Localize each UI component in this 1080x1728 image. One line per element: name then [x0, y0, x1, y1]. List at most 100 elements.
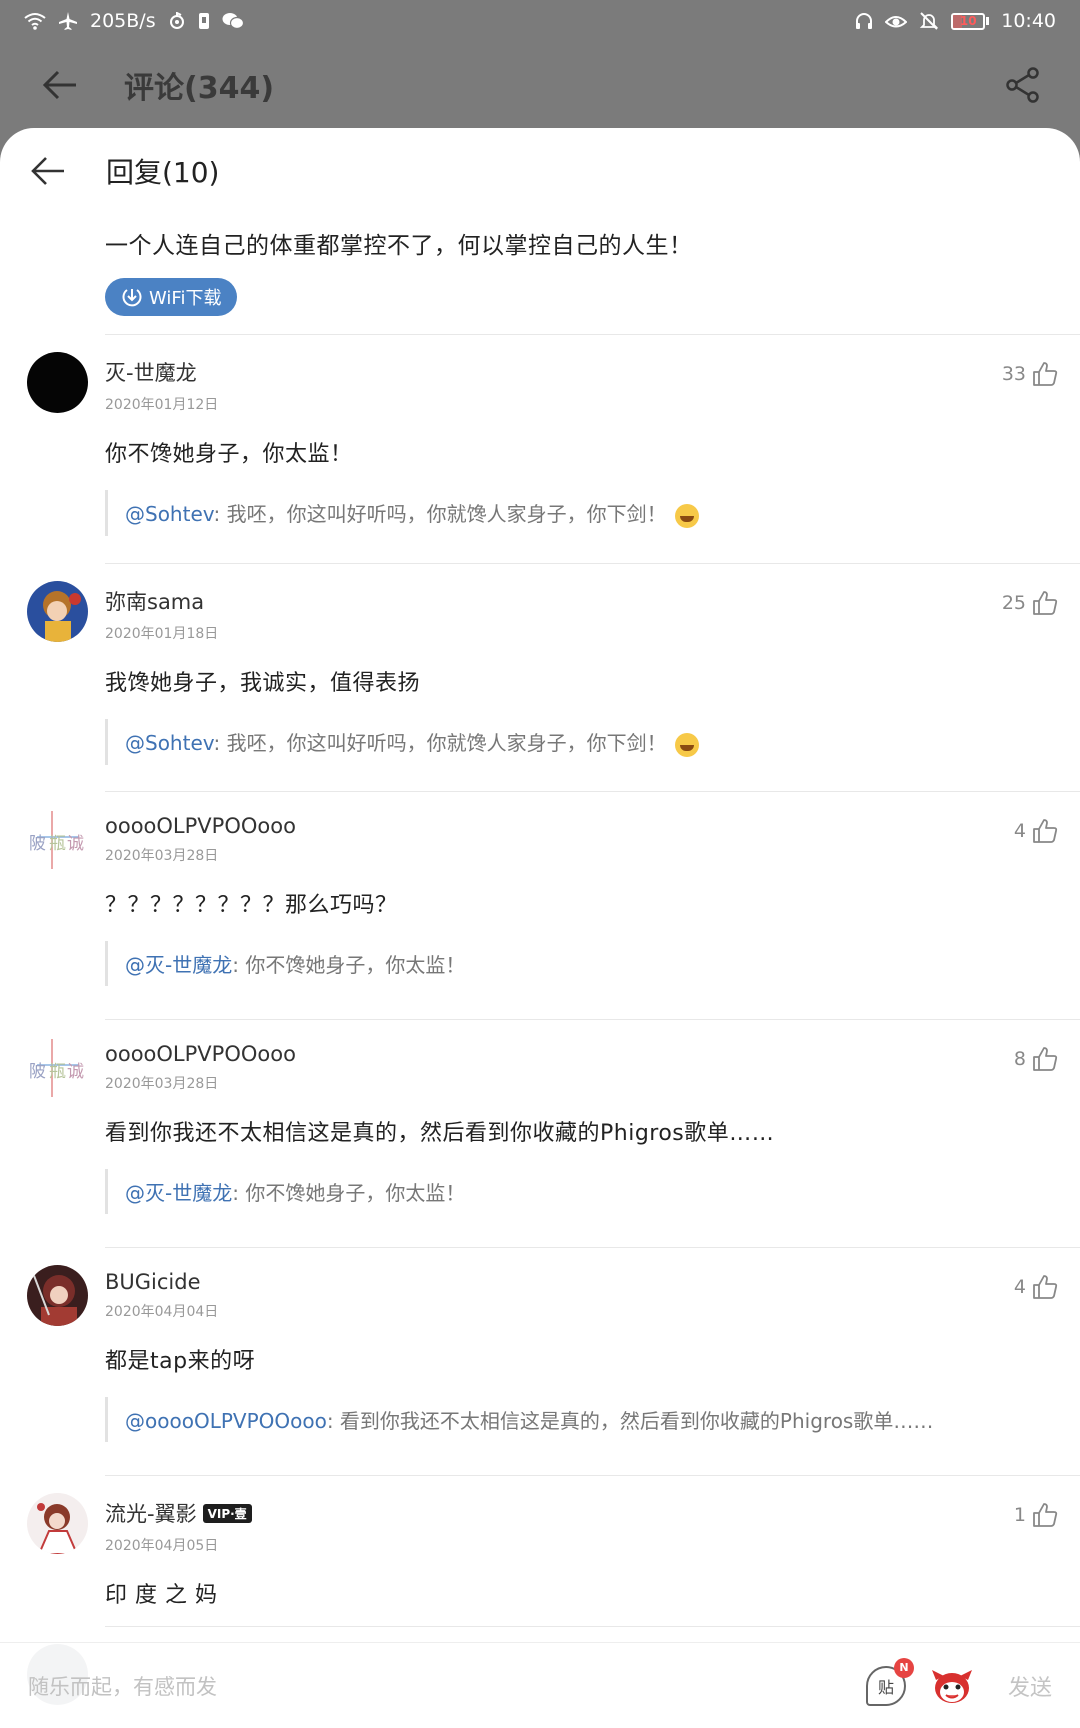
reply-date: 2020年03月28日 [105, 1076, 219, 1092]
mention-link[interactable]: @灭-世魔龙 [125, 1181, 232, 1205]
quote-text: : 看到你我还不太相信这是真的，然后看到你收藏的Phigros歌单…… [326, 1409, 934, 1433]
sim-icon [198, 12, 210, 30]
thumbs-up-icon [1033, 1503, 1058, 1527]
like-button[interactable]: 1 [1014, 1502, 1058, 1528]
reply-item: 陂瓶诚 ooooOLPVPOOooo 2020年03月28日 8 看到你我还不太… [0, 1020, 1080, 1247]
airplane-icon [58, 11, 78, 31]
reply-date: 2020年01月12日 [105, 397, 219, 413]
mention-link[interactable]: @Sohtev [125, 502, 214, 526]
reply-date: 2020年04月04日 [105, 1304, 219, 1320]
username[interactable]: ooooOLPVPOOooo [105, 1020, 1080, 1066]
avatar[interactable] [27, 1493, 88, 1554]
like-count: 4 [1013, 1276, 1026, 1298]
sync-icon [168, 12, 186, 30]
svg-text:诚: 诚 [67, 1062, 84, 1082]
reply-sheet: 回复(10) 一个人连自己的体重都掌控不了，何以掌控自己的人生！ WiFi下载 … [0, 128, 1080, 1728]
reply-item: 弥南sama 2020年01月18日 25 我馋她身子，我诚实，值得表扬 @So… [0, 564, 1080, 791]
thumbs-up-icon [1033, 362, 1058, 386]
like-count: 1 [1013, 1504, 1026, 1526]
net-speed: 205B/s [90, 10, 156, 32]
reply-text: 我馋她身子，我诚实，值得表扬 [105, 671, 421, 696]
reply-text: ？？？？？？？？那么巧吗？ [105, 893, 398, 918]
battery-icon: 10 [951, 12, 990, 30]
eye-icon [885, 12, 908, 30]
reply-item: BUGicide 2020年04月04日 4 都是tap来的呀 @ooooOLP… [0, 1248, 1080, 1475]
app-back-arrow-icon[interactable] [40, 65, 80, 105]
thumbs-up-icon [1033, 591, 1058, 615]
share-icon[interactable] [1000, 62, 1046, 108]
reply-text: 都是tap来的呀 [105, 1349, 256, 1374]
like-button[interactable]: 25 [1002, 590, 1058, 616]
reply-text: 印 度 之 妈 [105, 1583, 218, 1608]
username[interactable]: 弥南sama [105, 564, 1080, 616]
quoted-reply[interactable]: @灭-世魔龙: 你不馋她身子，你太监！ [105, 1169, 1080, 1214]
reply-date: 2020年03月28日 [105, 848, 219, 864]
like-count: 4 [1013, 820, 1026, 842]
like-button[interactable]: 4 [1014, 818, 1058, 844]
send-button[interactable]: 发送 [1008, 1670, 1052, 1702]
svg-text:诚: 诚 [67, 834, 84, 854]
laugh-emoji-icon [674, 503, 699, 528]
bell-off-icon [919, 11, 939, 31]
avatar[interactable]: 陂瓶诚 [27, 1037, 88, 1098]
like-button[interactable]: 8 [1014, 1046, 1058, 1072]
sticker-label: 贴 [877, 1677, 894, 1697]
quote-text: : 你不馋她身子，你太监！ [232, 953, 466, 977]
sheet-back-arrow-icon[interactable] [28, 151, 68, 191]
like-button[interactable]: 4 [1014, 1274, 1058, 1300]
username[interactable]: BUGicide [105, 1248, 1080, 1294]
svg-text:瓶: 瓶 [49, 1062, 66, 1082]
svg-text:陂: 陂 [29, 1062, 46, 1082]
wifi-download-label: WiFi下载 [149, 288, 222, 309]
thumbs-up-icon [1033, 1275, 1058, 1299]
avatar[interactable] [27, 1265, 88, 1326]
status-left: 205B/s [24, 10, 244, 32]
reply-text: 你不馋她身子，你太监！ [105, 442, 353, 467]
new-badge: N [893, 1657, 914, 1678]
wechat-icon [222, 12, 244, 30]
main-comment: 一个人连自己的体重都掌控不了，何以掌控自己的人生！ WiFi下载 [0, 226, 1080, 316]
status-time: 10:40 [1001, 10, 1056, 32]
reply-text: 看到你我还不太相信这是真的，然后看到你收藏的Phigros歌单…… [105, 1121, 775, 1146]
like-button[interactable]: 33 [1002, 361, 1058, 387]
status-right: 10 10:40 [855, 10, 1056, 32]
quote-text: : 我呸，你这叫好听吗，你就馋人家身子，你下剑！ [213, 502, 667, 526]
like-count: 33 [1001, 363, 1026, 385]
svg-text:瓶: 瓶 [49, 834, 66, 854]
mention-link[interactable]: @ooooOLPVPOOooo [125, 1409, 327, 1433]
wifi-icon [24, 12, 46, 30]
battery-level: 10 [951, 12, 986, 30]
reply-item: 灭-世魔龙 2020年01月12日 33 你不馋她身子，你太监！ @Sohtev… [0, 335, 1080, 563]
avatar[interactable] [27, 581, 88, 642]
comments-title: 评论(344) [124, 71, 275, 106]
quoted-reply[interactable]: @ooooOLPVPOOooo: 看到你我还不太相信这是真的，然后看到你收藏的P… [105, 1397, 1080, 1442]
avatar[interactable] [27, 352, 88, 413]
comment-input-bar: 随乐而起，有感而发 贴 N 发送 [0, 1642, 1080, 1728]
avatar[interactable]: 陂瓶诚 [27, 809, 88, 870]
sheet-title: 回复(10) [106, 156, 220, 189]
headphones-icon [855, 12, 873, 30]
username[interactable]: 流光-翼影 VIP·壹 [105, 1476, 1080, 1528]
quoted-reply[interactable]: @Sohtev: 我呸，你这叫好听吗，你就馋人家身子，你下剑！ [105, 490, 1080, 536]
wifi-download-button[interactable]: WiFi下载 [105, 278, 238, 316]
thumbs-up-icon [1033, 819, 1058, 843]
quoted-reply[interactable]: @Sohtev: 我呸，你这叫好听吗，你就馋人家身子，你下剑！ [105, 719, 1080, 765]
username[interactable]: 灭-世魔龙 [105, 335, 1080, 387]
quote-text: : 你不馋她身子，你太监！ [232, 1181, 466, 1205]
comments-app-bar: 评论(344) [0, 42, 1080, 128]
like-count: 8 [1013, 1048, 1026, 1070]
username[interactable]: ooooOLPVPOOooo [105, 792, 1080, 838]
mention-link[interactable]: @灭-世魔龙 [125, 953, 232, 977]
mascot-emoji-button[interactable] [930, 1666, 974, 1706]
sticker-button[interactable]: 贴 N [865, 1657, 914, 1706]
comment-input[interactable]: 随乐而起，有感而发 [28, 1671, 866, 1701]
main-comment-text: 一个人连自己的体重都掌控不了，何以掌控自己的人生！ [105, 233, 693, 259]
quoted-reply[interactable]: @灭-世魔龙: 你不馋她身子，你太监！ [105, 941, 1080, 986]
reply-date: 2020年01月18日 [105, 626, 219, 642]
reply-item: 陂瓶诚 ooooOLPVPOOooo 2020年03月28日 4 ？？？？？？？… [0, 792, 1080, 1019]
thumbs-up-icon [1033, 1047, 1058, 1071]
mention-link[interactable]: @Sohtev [125, 731, 214, 755]
svg-text:陂: 陂 [29, 834, 46, 854]
status-bar: 205B/s 10 10:40 [0, 0, 1080, 42]
reply-date: 2020年04月05日 [105, 1538, 219, 1554]
